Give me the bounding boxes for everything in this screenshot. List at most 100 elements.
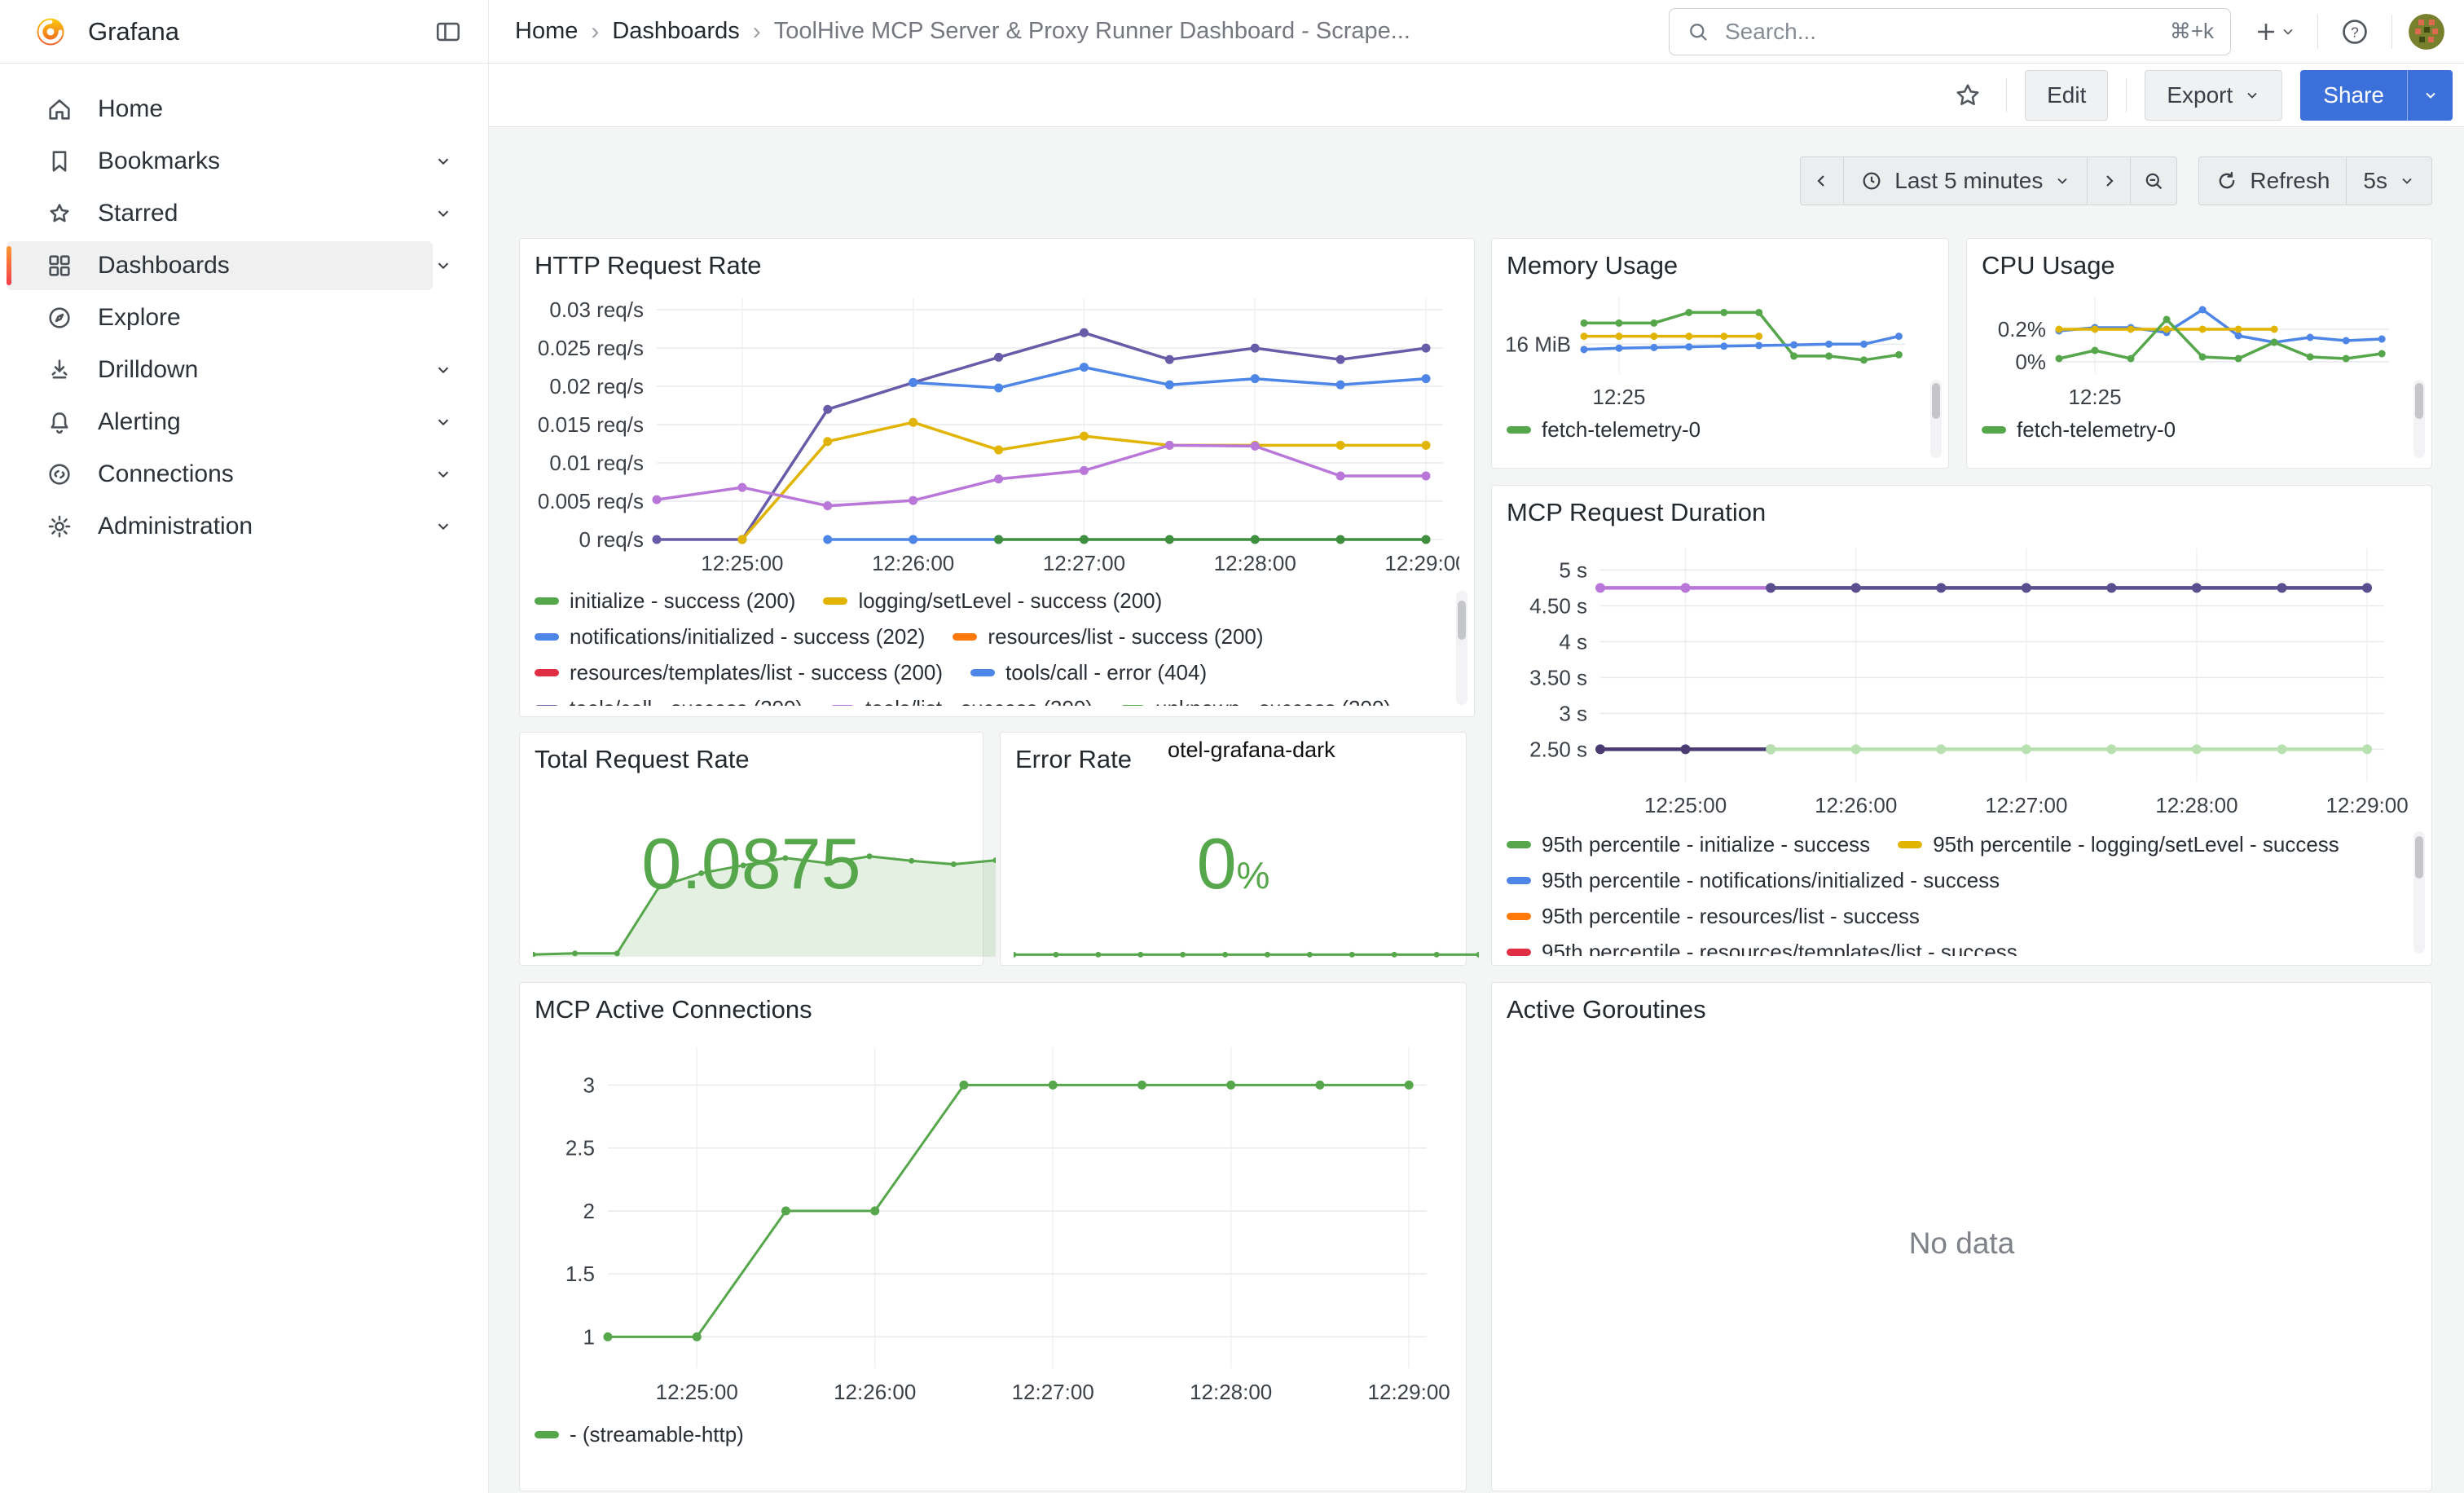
divider [2006,78,2007,112]
sidebar-item-dashboards[interactable]: Dashboards [0,240,478,292]
cpu-usage-chart[interactable]: 12:250.2%0% [1982,287,2417,409]
legend-swatch-icon [830,705,855,706]
panel-mcp-request-duration[interactable]: MCP Request Duration 12:25:0012:26:0012:… [1491,485,2432,966]
chevron-down-icon[interactable] [431,149,455,174]
legend-item[interactable]: fetch-telemetry-0 [1507,417,1701,443]
chevron-down-icon[interactable] [431,462,455,487]
chevron-down-icon[interactable] [431,253,455,278]
top-nav-bar: Grafana Home › Dashboards › ToolHive MCP… [0,0,2464,64]
panel-http-request-rate[interactable]: HTTP Request Rate 12:25:0012:26:0012:27:… [519,238,1475,717]
time-range-picker[interactable]: Last 5 minutes [1844,156,2088,205]
chevron-down-icon[interactable] [431,358,455,382]
clock-icon [1860,170,1883,192]
cpu-legend: fetch-telemetry-0 [1982,412,2417,453]
panel-mcp-active-connections[interactable]: MCP Active Connections 12:25:0012:26:001… [519,982,1467,1491]
sidebar-item-explore[interactable]: Explore [0,292,478,344]
search-icon [1686,20,1710,44]
share-button[interactable]: Share [2300,70,2407,121]
panel-title: HTTP Request Rate [535,250,1459,282]
help-button[interactable]: ? [2334,11,2375,52]
time-controls: Last 5 minutes Refresh 5s [1800,156,2432,205]
gear-icon [46,513,73,540]
legend-item[interactable]: 95th percentile - logging/setLevel - suc… [1898,832,2339,857]
sidebar-item-drilldown[interactable]: Drilldown [0,344,478,396]
share-split-button: Share [2300,70,2453,121]
svg-text:12:25:00: 12:25:00 [701,551,783,575]
sidebar-item-alerting[interactable]: Alerting [0,396,478,448]
add-new-button[interactable] [2247,13,2301,51]
panel-cpu-usage[interactable]: CPU Usage 12:250.2%0% fetch-telemetry-0 [1966,238,2432,469]
time-shift-back-button[interactable] [1800,156,1844,205]
share-menu-button[interactable] [2407,70,2453,121]
legend-swatch-icon [1507,426,1531,434]
zoom-out-button[interactable] [2131,156,2177,205]
dashboard-canvas: Last 5 minutes Refresh 5s HTTP Request R… [489,127,2464,1493]
legend-item[interactable]: tools/list - success (200) [830,696,1093,706]
refresh-interval-picker[interactable]: 5s [2347,156,2432,205]
svg-text:12:25:00: 12:25:00 [1644,793,1727,817]
export-button[interactable]: Export [2145,70,2282,121]
legend-item[interactable]: tools/call - success (200) [535,696,803,706]
search-box[interactable]: ⌘+k [1669,8,2231,55]
svg-text:12:28:00: 12:28:00 [1190,1380,1272,1404]
sidebar-item-administration[interactable]: Administration [0,500,478,553]
legend-item[interactable]: 95th percentile - notifications/initiali… [1507,868,2000,893]
legend-item[interactable]: resources/list - success (200) [953,624,1263,650]
sidebar-item-bookmarks[interactable]: Bookmarks [0,135,478,187]
legend-scrollbar[interactable] [1456,591,1467,705]
panel-total-request-rate[interactable]: Total Request Rate 0.0875 [519,732,983,966]
memory-usage-chart[interactable]: 12:2516 MiB [1507,287,1934,409]
legend-item[interactable]: 95th percentile - initialize - success [1507,832,1870,857]
sidebar-item-home[interactable]: Home [0,83,478,135]
mcp-request-duration-chart[interactable]: 12:25:0012:26:0012:27:0012:28:0012:29:00… [1507,534,2417,824]
sidebar-item-connections[interactable]: Connections [0,448,478,500]
divider [2126,78,2127,112]
mcp-active-connections-chart[interactable]: 12:25:0012:26:0012:27:0012:28:0012:29:00… [535,1031,1451,1414]
topbar-actions: ⌘+k ? [1669,8,2464,55]
legend-item[interactable]: resources/templates/list - success (200) [535,660,943,685]
legend-label: resources/list - success (200) [988,624,1263,650]
legend-swatch-icon [1507,877,1531,884]
sidebar-item-label: Starred [98,200,178,227]
legend-item[interactable]: logging/setLevel - success (200) [823,588,1162,614]
favorite-star-button[interactable] [1947,75,1988,116]
chevron-down-icon[interactable] [431,201,455,226]
http-request-rate-chart[interactable]: 12:25:0012:26:0012:27:0012:28:0012:29:00… [535,287,1459,580]
legend-scrollbar[interactable] [1930,380,1942,458]
svg-text:2.50 s: 2.50 s [1529,737,1587,761]
breadcrumb-home[interactable]: Home [515,18,578,45]
sidebar-item-starred[interactable]: Starred [0,187,478,240]
time-shift-forward-button[interactable] [2088,156,2131,205]
legend-label: tools/call - error (404) [1005,660,1207,685]
legend-scrollbar[interactable] [2413,831,2425,953]
legend-item[interactable]: 95th percentile - resources/templates/li… [1507,940,2017,956]
legend-item[interactable]: - (streamable-http) [535,1422,744,1447]
panel-error-rate[interactable]: Error Rate otel-grafana-dark 0% [1000,732,1467,966]
legend-item[interactable]: 95th percentile - resources/list - succe… [1507,904,1920,929]
legend-item[interactable]: fetch-telemetry-0 [1982,417,2176,443]
svg-text:4 s: 4 s [1559,629,1587,654]
user-avatar[interactable] [2409,14,2444,50]
search-input[interactable] [1723,18,2157,46]
legend-label: tools/list - success (200) [865,696,1093,706]
connections-link-icon [46,460,73,488]
panel-memory-usage[interactable]: Memory Usage 12:2516 MiB fetch-telemetry… [1491,238,1949,469]
legend-swatch-icon [953,633,977,641]
legend-scrollbar[interactable] [2413,380,2425,458]
legend-item[interactable]: tools/call - error (404) [970,660,1207,685]
legend-item[interactable]: unknown - success (200) [1120,696,1391,706]
error-rate-sparkline [1014,913,1479,962]
legend-item[interactable]: notifications/initialized - success (202… [535,624,925,650]
edit-button[interactable]: Edit [2025,70,2108,121]
chevron-down-icon[interactable] [431,514,455,539]
panel-active-goroutines[interactable]: Active Goroutines No data [1491,982,2432,1491]
refresh-button[interactable]: Refresh [2198,156,2347,205]
legend-item[interactable]: initialize - success (200) [535,588,795,614]
legend-label: 95th percentile - logging/setLevel - suc… [1933,832,2339,857]
svg-text:3 s: 3 s [1559,701,1587,725]
legend-label: 95th percentile - resources/templates/li… [1542,940,2017,956]
breadcrumb-dashboards[interactable]: Dashboards [612,18,739,45]
dock-sidebar-icon[interactable] [429,13,467,51]
chevron-down-icon[interactable] [431,410,455,434]
svg-text:1.5: 1.5 [565,1262,595,1286]
